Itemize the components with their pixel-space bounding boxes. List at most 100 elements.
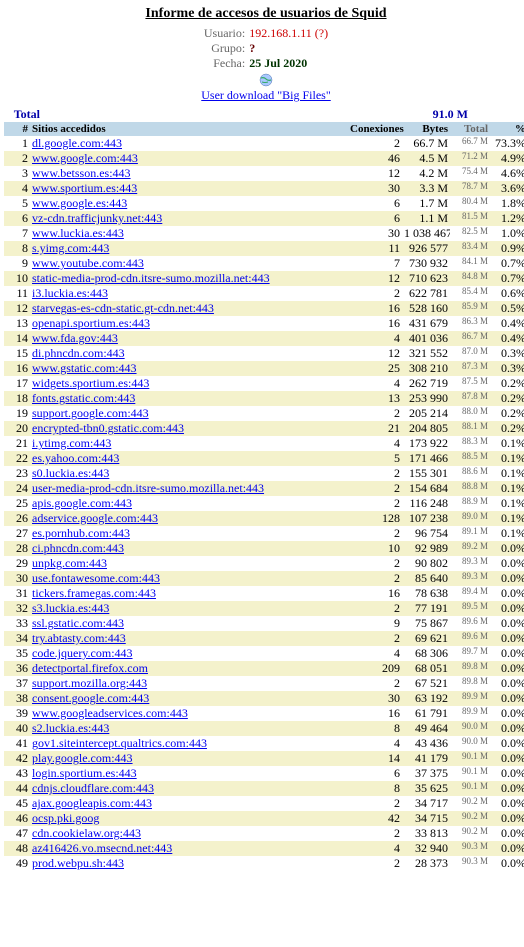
- row-site: widgets.sportium.es:443: [30, 376, 348, 391]
- site-link[interactable]: login.sportium.es:443: [32, 766, 137, 780]
- row-site: login.sportium.es:443: [30, 766, 348, 781]
- row-bytes: 49 464: [402, 721, 450, 736]
- site-link[interactable]: static-media-prod-cdn.itsre-sumo.mozilla…: [32, 271, 270, 285]
- site-link[interactable]: www.luckia.es:443: [32, 226, 124, 240]
- site-link[interactable]: ocsp.pki.goog: [32, 811, 99, 825]
- row-total: 86.3 M: [450, 316, 490, 331]
- site-link[interactable]: s0.luckia.es:443: [32, 466, 109, 480]
- site-link[interactable]: ajax.googleapis.com:443: [32, 796, 152, 810]
- row-bytes: 28 373: [402, 856, 450, 871]
- site-link[interactable]: starvegas-es-cdn-static.gt-cdn.net:443: [32, 301, 214, 315]
- site-link[interactable]: unpkg.com:443: [32, 556, 107, 570]
- site-link[interactable]: apis.google.com:443: [32, 496, 132, 510]
- row-site: www.google.com:443: [30, 151, 348, 166]
- site-link[interactable]: prod.webpu.sh:443: [32, 856, 124, 870]
- site-link[interactable]: detectportal.firefox.com: [32, 661, 148, 675]
- site-link[interactable]: support.mozilla.org:443: [32, 676, 147, 690]
- row-pct: 0.0%: [490, 781, 524, 796]
- site-link[interactable]: www.google.es:443: [32, 196, 127, 210]
- row-bytes: 205 214: [402, 406, 450, 421]
- site-link[interactable]: play.google.com:443: [32, 751, 133, 765]
- row-index: 40: [4, 721, 30, 736]
- row-pct: 0.0%: [490, 556, 524, 571]
- site-link[interactable]: s2.luckia.es:443: [32, 721, 109, 735]
- site-link[interactable]: fonts.gstatic.com:443: [32, 391, 135, 405]
- site-link[interactable]: di.phncdn.com:443: [32, 346, 125, 360]
- site-link[interactable]: dl.google.com:443: [32, 136, 122, 150]
- row-index: 49: [4, 856, 30, 871]
- site-link[interactable]: www.sportium.es:443: [32, 181, 137, 195]
- row-bytes: 253 990: [402, 391, 450, 406]
- site-link[interactable]: use.fontawesome.com:443: [32, 571, 160, 585]
- site-link[interactable]: encrypted-tbn0.gstatic.com:443: [32, 421, 184, 435]
- site-link[interactable]: cdnjs.cloudflare.com:443: [32, 781, 154, 795]
- row-index: 32: [4, 601, 30, 616]
- row-site: gov1.siteintercept.qualtrics.com:443: [30, 736, 348, 751]
- row-connections: 4: [348, 331, 402, 346]
- row-total: 87.5 M: [450, 376, 490, 391]
- site-link[interactable]: vz-cdn.trafficjunky.net:443: [32, 211, 162, 225]
- site-link[interactable]: adservice.google.com:443: [32, 511, 158, 525]
- site-link[interactable]: es.pornhub.com:443: [32, 526, 130, 540]
- site-link[interactable]: i3.luckia.es:443: [32, 286, 108, 300]
- site-link[interactable]: www.betsson.es:443: [32, 166, 131, 180]
- site-link[interactable]: www.google.com:443: [32, 151, 138, 165]
- user-label: Usuario:: [202, 26, 247, 41]
- site-link[interactable]: ci.phncdn.com:443: [32, 541, 124, 555]
- site-link[interactable]: tickers.framegas.com:443: [32, 586, 156, 600]
- row-index: 17: [4, 376, 30, 391]
- site-link[interactable]: code.jquery.com:443: [32, 646, 133, 660]
- site-link[interactable]: i.ytimg.com:443: [32, 436, 111, 450]
- site-link[interactable]: user-media-prod-cdn.itsre-sumo.mozilla.n…: [32, 481, 264, 495]
- header-total: Total: [450, 122, 490, 136]
- row-index: 30: [4, 571, 30, 586]
- table-row: 37support.mozilla.org:443267 52189.8 M0.…: [4, 676, 524, 691]
- site-link[interactable]: www.googleadservices.com:443: [32, 706, 188, 720]
- row-site: www.sportium.es:443: [30, 181, 348, 196]
- site-link[interactable]: www.fda.gov:443: [32, 331, 118, 345]
- row-connections: 16: [348, 586, 402, 601]
- row-pct: 1.2%: [490, 211, 524, 226]
- row-connections: 2: [348, 481, 402, 496]
- table-row: 34try.abtasty.com:443269 62189.6 M0.0%: [4, 631, 524, 646]
- row-bytes: 730 932: [402, 256, 450, 271]
- site-link[interactable]: gov1.siteintercept.qualtrics.com:443: [32, 736, 207, 750]
- row-index: 35: [4, 646, 30, 661]
- site-link[interactable]: cdn.cookielaw.org:443: [32, 826, 141, 840]
- site-link[interactable]: es.yahoo.com:443: [32, 451, 119, 465]
- site-link[interactable]: www.gstatic.com:443: [32, 361, 137, 375]
- row-connections: 16: [348, 316, 402, 331]
- table-row: 42play.google.com:4431441 17990.1 M0.0%: [4, 751, 524, 766]
- site-link[interactable]: s3.luckia.es:443: [32, 601, 109, 615]
- row-bytes: 1.1 M: [402, 211, 450, 226]
- row-bytes: 63 192: [402, 691, 450, 706]
- download-big-files-link[interactable]: User download "Big Files": [201, 88, 330, 102]
- row-index: 41: [4, 736, 30, 751]
- row-bytes: 75 867: [402, 616, 450, 631]
- row-connections: 25: [348, 361, 402, 376]
- row-pct: 0.2%: [490, 406, 524, 421]
- site-link[interactable]: ssl.gstatic.com:443: [32, 616, 124, 630]
- site-link[interactable]: support.google.com:443: [32, 406, 149, 420]
- table-row: 2www.google.com:443464.5 M71.2 M4.9%: [4, 151, 524, 166]
- table-row: 7www.luckia.es:443301 038 46782.5 M1.0%: [4, 226, 524, 241]
- table-row: 15di.phncdn.com:44312321 55287.0 M0.3%: [4, 346, 524, 361]
- row-pct: 0.0%: [490, 601, 524, 616]
- row-site: ci.phncdn.com:443: [30, 541, 348, 556]
- table-row: 18fonts.gstatic.com:44313253 99087.8 M0.…: [4, 391, 524, 406]
- row-index: 7: [4, 226, 30, 241]
- site-link[interactable]: try.abtasty.com:443: [32, 631, 126, 645]
- site-link[interactable]: az416426.vo.msecnd.net:443: [32, 841, 172, 855]
- row-total: 90.1 M: [450, 751, 490, 766]
- table-row: 44cdnjs.cloudflare.com:443835 62590.1 M0…: [4, 781, 524, 796]
- table-row: 40s2.luckia.es:443849 46490.0 M0.0%: [4, 721, 524, 736]
- site-link[interactable]: s.yimg.com:443: [32, 241, 109, 255]
- site-link[interactable]: openapi.sportium.es:443: [32, 316, 150, 330]
- site-link[interactable]: www.youtube.com:443: [32, 256, 144, 270]
- row-index: 39: [4, 706, 30, 721]
- row-bytes: 431 679: [402, 316, 450, 331]
- row-total: 88.9 M: [450, 496, 490, 511]
- row-total: 89.5 M: [450, 601, 490, 616]
- site-link[interactable]: consent.google.com:443: [32, 691, 149, 705]
- site-link[interactable]: widgets.sportium.es:443: [32, 376, 149, 390]
